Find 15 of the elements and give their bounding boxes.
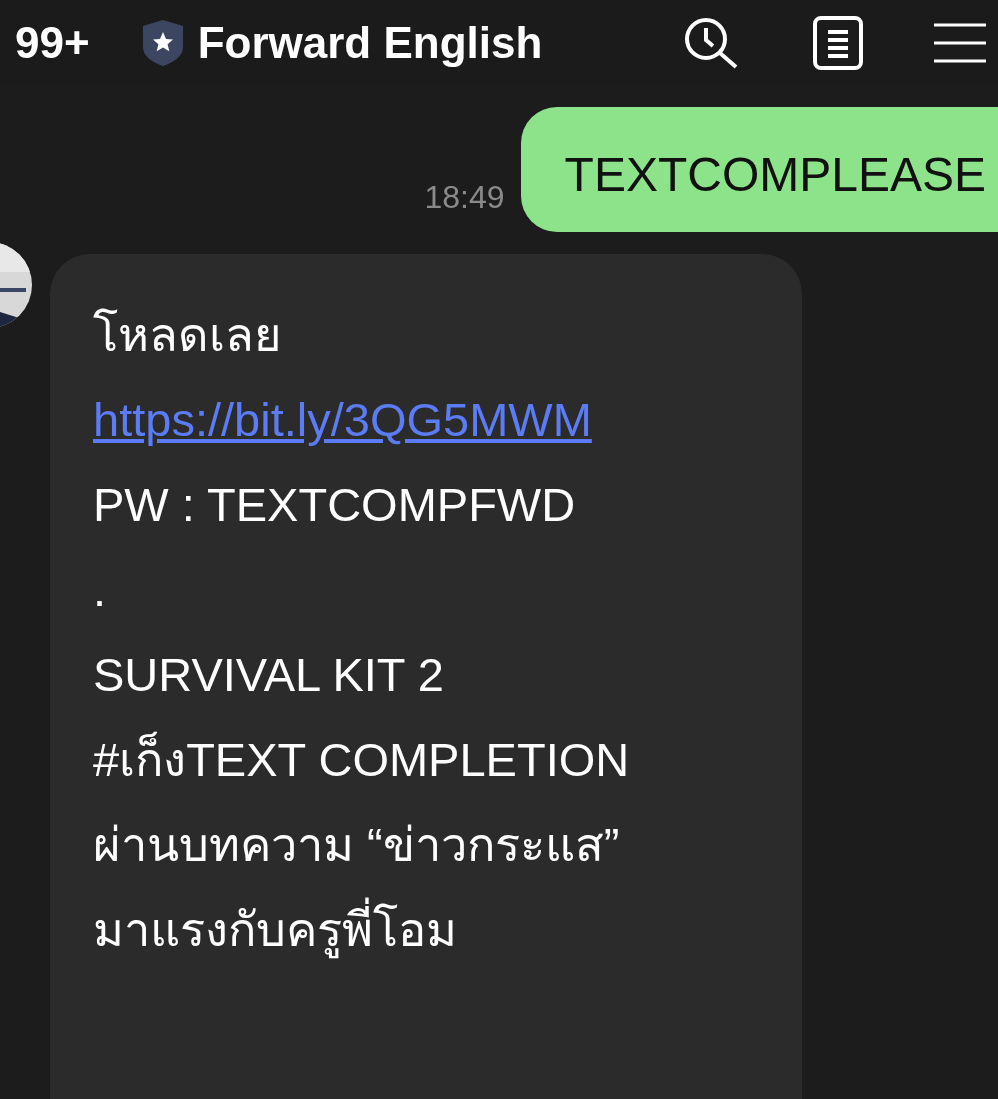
message-text: มาแรงกับครูพี่โอม xyxy=(93,887,782,972)
unread-count[interactable]: 99+ xyxy=(15,17,90,68)
message-text: โหลดเลย xyxy=(93,307,283,363)
message-link[interactable]: https://bit.ly/3QG5MWM xyxy=(93,377,782,462)
sent-message-bubble: TEXTCOMPLEASE xyxy=(520,107,998,232)
menu-icon[interactable] xyxy=(934,22,986,63)
message-text: SURVIVAL KIT 2 xyxy=(93,647,445,703)
document-icon[interactable] xyxy=(812,15,864,70)
message-text: PW : TEXTCOMPFWD xyxy=(93,477,577,533)
chat-title: Forward English xyxy=(197,17,544,68)
message-text: ผ่านบทความ “ข่าวกระแส” xyxy=(93,817,621,873)
message-time: 18:49 xyxy=(424,179,505,216)
message-text: #เก็งTEXT COMPLETION xyxy=(93,730,631,788)
shield-star-icon xyxy=(141,18,184,67)
message-text: . xyxy=(93,562,108,618)
